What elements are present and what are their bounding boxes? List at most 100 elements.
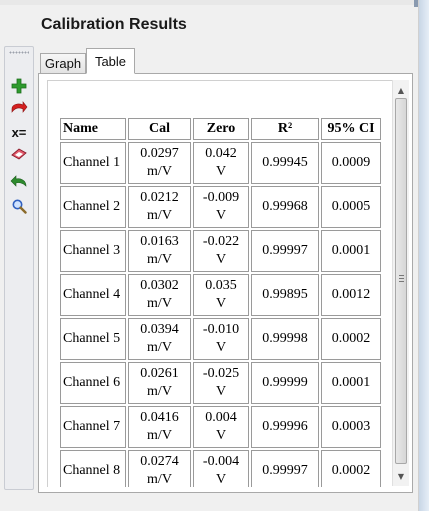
cell-zero: -0.004 V	[193, 450, 249, 487]
table-row[interactable]: Channel 5 0.0394 m/V -0.010 V 0.99998 0.00…	[60, 318, 381, 360]
tab-content: Name Cal Zero R² 95% CI Channel 1 0.0297…	[38, 73, 413, 493]
cell-r2: 0.99895	[251, 274, 319, 316]
table-row[interactable]: Channel 3 0.0163 m/V -0.022 V 0.99997 0.00…	[60, 230, 381, 272]
cell-name: Channel 5	[60, 318, 126, 360]
zero-unit: V	[215, 384, 227, 399]
table-row[interactable]: Channel 1 0.0297 m/V 0.042 V 0.99945 0.000…	[60, 142, 381, 184]
cell-zero: -0.022 V	[193, 230, 249, 272]
cell-name: Channel 3	[60, 230, 126, 272]
cell-ci: 0.0005	[321, 186, 381, 228]
zero-value: -0.004	[202, 454, 240, 469]
top-strip	[0, 0, 418, 5]
cal-unit: m/V	[147, 472, 172, 487]
zero-unit: V	[215, 428, 227, 443]
column-header-r2[interactable]: R²	[251, 118, 319, 140]
tab-graph[interactable]: Graph	[40, 53, 86, 73]
toolbar-grip[interactable]	[9, 51, 29, 54]
cell-r2: 0.99999	[251, 362, 319, 404]
zero-unit: V	[215, 296, 227, 311]
zero-value: -0.022	[202, 234, 240, 249]
cell-cal: 0.0274 m/V	[128, 450, 191, 487]
cell-name: Channel 2	[60, 186, 126, 228]
cell-cal: 0.0261 m/V	[128, 362, 191, 404]
table-row[interactable]: Channel 6 0.0261 m/V -0.025 V 0.99999 0.00…	[60, 362, 381, 404]
undo-icon[interactable]	[9, 173, 29, 191]
tab-table[interactable]: Table	[86, 48, 135, 74]
cal-value: 0.0394	[140, 322, 179, 337]
zoom-icon[interactable]	[9, 197, 29, 215]
cell-name: Channel 7	[60, 406, 126, 448]
table-header-row: Name Cal Zero R² 95% CI	[60, 118, 381, 140]
table-viewport: Name Cal Zero R² 95% CI Channel 1 0.0297…	[47, 80, 392, 487]
cell-r2: 0.99996	[251, 406, 319, 448]
cell-r2: 0.99998	[251, 318, 319, 360]
cal-value: 0.0297	[140, 146, 179, 161]
cell-ci: 0.0002	[321, 450, 381, 487]
cell-zero: 0.004 V	[193, 406, 249, 448]
cal-unit: m/V	[147, 164, 172, 179]
zero-value: -0.010	[202, 322, 240, 337]
cal-value: 0.0163	[140, 234, 179, 249]
window-edge	[419, 0, 429, 511]
cell-r2: 0.99968	[251, 186, 319, 228]
add-icon[interactable]	[9, 77, 29, 95]
cell-cal: 0.0416 m/V	[128, 406, 191, 448]
panel-title: Calibration Results	[41, 16, 187, 33]
cell-r2: 0.99997	[251, 230, 319, 272]
cell-ci: 0.0009	[321, 142, 381, 184]
cell-name: Channel 4	[60, 274, 126, 316]
cell-ci: 0.0003	[321, 406, 381, 448]
cal-value: 0.0212	[140, 190, 179, 205]
cal-unit: m/V	[147, 340, 172, 355]
window-edge-corner	[414, 0, 418, 7]
zero-value: 0.042	[205, 146, 237, 161]
cal-value: 0.0416	[140, 410, 179, 425]
zero-unit: V	[215, 164, 227, 179]
table-row[interactable]: Channel 4 0.0302 m/V 0.035 V 0.99895 0.001…	[60, 274, 381, 316]
cell-cal: 0.0297 m/V	[128, 142, 191, 184]
table-row[interactable]: Channel 2 0.0212 m/V -0.009 V 0.99968 0.00…	[60, 186, 381, 228]
cell-name: Channel 6	[60, 362, 126, 404]
equation-icon[interactable]: x=	[9, 123, 29, 141]
cal-unit: m/V	[147, 428, 172, 443]
zero-unit: V	[215, 252, 227, 267]
cell-zero: -0.010 V	[193, 318, 249, 360]
results-table: Name Cal Zero R² 95% CI Channel 1 0.0297…	[58, 116, 383, 487]
zero-unit: V	[215, 208, 227, 223]
thumb-grip-icon	[399, 275, 404, 282]
cell-zero: 0.035 V	[193, 274, 249, 316]
column-header-ci[interactable]: 95% CI	[321, 118, 381, 140]
cell-name: Channel 1	[60, 142, 126, 184]
cal-value: 0.0261	[140, 366, 179, 381]
table-row[interactable]: Channel 7 0.0416 m/V 0.004 V 0.99996 0.000…	[60, 406, 381, 448]
zero-value: -0.025	[202, 366, 240, 381]
cell-r2: 0.99945	[251, 142, 319, 184]
vertical-scrollbar[interactable]: ▲ ▼	[392, 80, 409, 486]
scroll-up-arrow[interactable]: ▲	[393, 82, 409, 98]
zero-unit: V	[215, 472, 227, 487]
side-toolbar: x=	[4, 46, 34, 490]
eraser-icon[interactable]	[9, 145, 29, 163]
cell-zero: 0.042 V	[193, 142, 249, 184]
table-row[interactable]: Channel 8 0.0274 m/V -0.004 V 0.99997 0.00…	[60, 450, 381, 487]
column-header-cal[interactable]: Cal	[128, 118, 191, 140]
zero-unit: V	[215, 340, 227, 355]
column-header-name[interactable]: Name	[60, 118, 126, 140]
scroll-down-arrow[interactable]: ▼	[393, 468, 409, 484]
calibration-panel: Calibration Results x= Graph Table Name …	[0, 0, 419, 511]
cell-ci: 0.0012	[321, 274, 381, 316]
cell-ci: 0.0002	[321, 318, 381, 360]
zero-value: 0.035	[205, 278, 237, 293]
remove-icon[interactable]	[9, 99, 29, 117]
cell-cal: 0.0163 m/V	[128, 230, 191, 272]
cal-value: 0.0274	[140, 454, 179, 469]
cal-unit: m/V	[147, 208, 172, 223]
zero-value: 0.004	[205, 410, 237, 425]
cal-value: 0.0302	[140, 278, 179, 293]
cell-cal: 0.0212 m/V	[128, 186, 191, 228]
scrollbar-thumb[interactable]	[395, 98, 407, 464]
column-header-zero[interactable]: Zero	[193, 118, 249, 140]
cell-cal: 0.0394 m/V	[128, 318, 191, 360]
cal-unit: m/V	[147, 296, 172, 311]
cell-zero: -0.009 V	[193, 186, 249, 228]
